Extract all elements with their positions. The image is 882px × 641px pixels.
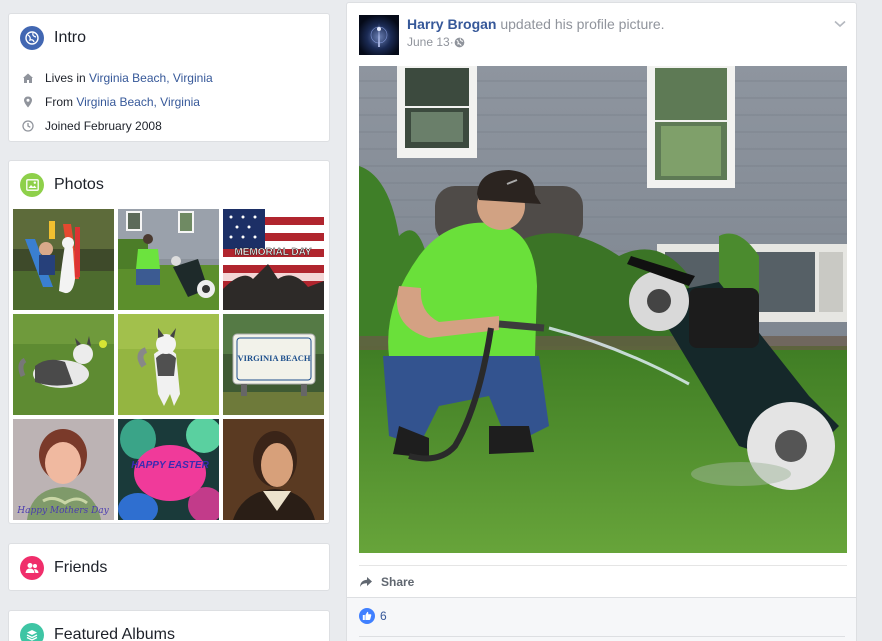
friends-title[interactable]: Friends xyxy=(54,559,107,577)
post-headline: Harry Brogan updated his profile picture… xyxy=(407,15,665,33)
friends-icon xyxy=(20,556,44,580)
photo-thumb-virginia-beach-sign[interactable]: VIRGINIA BEACH xyxy=(223,314,324,415)
intro-header: Intro xyxy=(9,14,329,62)
intro-lives-in: Lives in Virginia Beach, Virginia xyxy=(9,66,329,90)
mothers-day-text: Happy Mothers Day xyxy=(16,506,109,516)
globe-small-icon[interactable] xyxy=(454,37,465,48)
joined-text: Joined February 2008 xyxy=(45,119,162,133)
intro-joined: Joined February 2008 xyxy=(9,114,329,138)
house-icon xyxy=(21,71,35,85)
like-summary[interactable]: 6 xyxy=(359,608,387,624)
intro-title[interactable]: Intro xyxy=(54,29,86,47)
photo-thumb-child-on-slide[interactable] xyxy=(13,209,114,310)
albums-icon xyxy=(20,623,44,641)
like-count: 6 xyxy=(380,609,387,623)
photo-thumb-husky-playing-ball[interactable] xyxy=(13,314,114,415)
photo-thumb-memorial-day-flag[interactable]: MEMORIAL DAY xyxy=(223,209,324,310)
post-date-link[interactable]: June 13 xyxy=(407,35,450,49)
albums-header: Featured Albums xyxy=(9,611,329,641)
post-action-text: updated his profile picture. xyxy=(496,16,665,32)
like-icon xyxy=(359,608,375,624)
photo-icon xyxy=(20,173,44,197)
post-subline: June 13 · xyxy=(407,35,665,49)
photo-thumb-man-mowing-lawn[interactable] xyxy=(118,209,219,310)
photos-title[interactable]: Photos xyxy=(54,176,104,194)
photo-thumb-painted-portrait[interactable] xyxy=(223,419,324,520)
share-label: Share xyxy=(381,574,415,589)
share-button[interactable]: Share xyxy=(359,565,847,597)
clock-icon xyxy=(21,119,35,133)
lives-in-link[interactable]: Virginia Beach, Virginia xyxy=(89,71,213,85)
reactions-bar: 6 xyxy=(347,597,856,641)
post-photo[interactable] xyxy=(359,66,847,553)
photos-card: Photos MEMORIAL DAY VIRGINIA BEACH Happy… xyxy=(8,160,330,524)
photo-thumb-woman-portrait[interactable]: Happy Mothers Day xyxy=(13,419,114,520)
from-prefix: From xyxy=(45,95,77,109)
post-header: Harry Brogan updated his profile picture… xyxy=(359,15,665,55)
featured-albums-card: Featured Albums xyxy=(8,610,330,641)
friends-header: Friends xyxy=(9,544,329,592)
photo-thumb-husky-standing[interactable] xyxy=(118,314,219,415)
photo-thumb-happy-easter-egg[interactable]: HAPPY EASTER xyxy=(118,419,219,520)
intro-card: Intro Lives in Virginia Beach, Virginia … xyxy=(8,13,330,142)
intro-from: From Virginia Beach, Virginia xyxy=(9,90,329,114)
memorial-day-text: MEMORIAL DAY xyxy=(234,247,312,258)
author-name-link[interactable]: Harry Brogan xyxy=(407,16,496,32)
albums-title[interactable]: Featured Albums xyxy=(54,626,175,641)
lives-in-prefix: Lives in xyxy=(45,71,90,85)
photo-grid: MEMORIAL DAY VIRGINIA BEACH Happy Mother… xyxy=(13,209,326,520)
happy-easter-text: HAPPY EASTER xyxy=(131,460,209,471)
share-arrow-icon xyxy=(359,576,373,588)
from-link[interactable]: Virginia Beach, Virginia xyxy=(76,95,200,109)
photos-header: Photos xyxy=(9,161,329,209)
author-avatar[interactable] xyxy=(359,15,399,55)
chevron-down-icon[interactable] xyxy=(834,15,846,33)
location-pin-icon xyxy=(21,95,35,109)
profile-picture-post: Harry Brogan updated his profile picture… xyxy=(346,2,857,641)
friends-card: Friends xyxy=(8,543,330,591)
divider xyxy=(359,636,845,637)
virginia-beach-sign-text: VIRGINIA BEACH xyxy=(238,353,311,363)
globe-icon xyxy=(20,26,44,50)
